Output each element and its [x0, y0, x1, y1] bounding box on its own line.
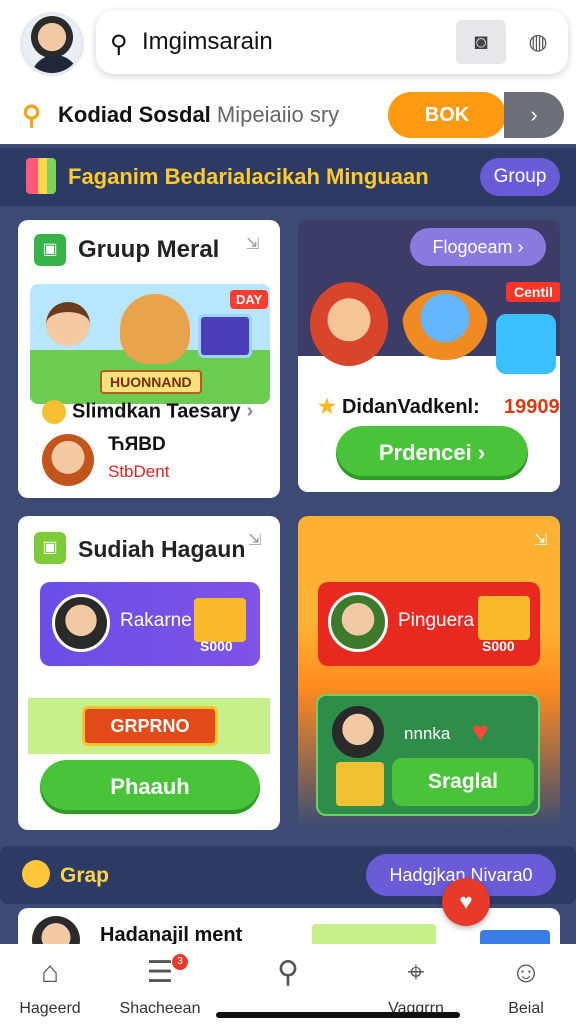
green-tile[interactable]: nnnka ♥ Sraglal	[316, 694, 540, 816]
game-icon: ▣	[34, 532, 66, 564]
search-icon: ⚲	[110, 31, 128, 58]
search-icon: ⚲	[277, 956, 299, 989]
sraglal-button[interactable]: Sraglal	[392, 758, 534, 806]
home-icon: ⌂	[40, 956, 60, 989]
avatar	[328, 592, 388, 652]
card-title: Sudiah Hagaun	[78, 536, 246, 562]
list-item: ★ DidanVadkenl:	[318, 396, 480, 418]
heart-fab-button[interactable]: ♥	[442, 878, 490, 926]
gift-icon	[478, 596, 530, 640]
top-bar: ⚲ Imgimsarain ◙ ◍	[0, 0, 576, 88]
sub-bar-title: Kodiad Sosdal Mipeiaiio sry	[58, 102, 340, 127]
flogoeam-button[interactable]: Flogoeam ›	[410, 228, 546, 266]
side-image	[496, 314, 556, 374]
ribbon-label: GRPRNO	[82, 706, 218, 746]
card-group-meral[interactable]: ▣ Gruup Meral ⇲ DAY HUONNAND Slimdkan Ta…	[18, 220, 280, 498]
heart-icon: ♥	[472, 716, 489, 747]
banner-label: HUONNAND	[100, 370, 202, 394]
monkey-character	[310, 282, 388, 366]
phaauh-button[interactable]: Phaauh	[40, 760, 260, 814]
card-pinguera[interactable]: ⇲ Pinguera S000 nnnka ♥ Sraglal	[298, 516, 560, 828]
gift-value: S000	[200, 638, 233, 654]
search-input[interactable]: Imgimsarain	[142, 28, 273, 56]
location-icon: ⌖	[407, 956, 425, 989]
kid-character	[46, 302, 90, 346]
badge-tag: Centil	[506, 282, 560, 302]
nav-item-search[interactable]: ⚲	[238, 954, 338, 1000]
prdencei-button[interactable]: Prdencei ›	[336, 426, 528, 480]
search-box[interactable]: ⚲ Imgimsarain ◙ ◍	[96, 10, 568, 74]
fox-character	[120, 294, 190, 364]
reward-tile[interactable]: Rakarne S000	[40, 582, 260, 666]
star-icon: ★	[318, 396, 336, 418]
count-value: 19909	[504, 396, 560, 418]
nav-item-home[interactable]: ⌂ Hageerd	[0, 954, 100, 1018]
list-icon: ☰	[146, 956, 174, 989]
nav-item-profile[interactable]: ☺ Beial	[476, 954, 576, 1018]
group-button[interactable]: Group	[480, 158, 560, 196]
camera-icon[interactable]: ◙	[456, 20, 506, 64]
game-icon: ▣	[34, 234, 66, 266]
card-banner[interactable]: DAY HUONNAND	[30, 284, 270, 404]
section-header: Faganim Bedarialacikah Minguaan Group	[0, 148, 576, 206]
gift-value: S000	[482, 638, 515, 654]
badge-tag: DAY	[230, 290, 269, 309]
notification-badge: 3	[172, 954, 188, 970]
reward-label: Pinguera	[398, 610, 475, 631]
nav-item-location[interactable]: ⌖ Vaggrrn	[366, 954, 466, 1018]
coin-icon	[42, 400, 66, 424]
profile-avatar[interactable]	[20, 12, 84, 76]
chevron-right-icon: ›	[246, 400, 254, 423]
reward-tile[interactable]: Pinguera S000	[318, 582, 540, 666]
tile-label: nnnka	[404, 724, 451, 743]
expand-icon[interactable]: ⇲	[246, 234, 259, 254]
book-icon	[26, 158, 56, 194]
home-indicator	[216, 1012, 460, 1018]
ok-button[interactable]: BOK	[388, 92, 506, 138]
avatar	[332, 706, 384, 758]
box-icon	[336, 762, 384, 806]
sub-bar: ⚲ Kodiad Sosdal Mipeiaiio sry BOK ›	[0, 88, 576, 144]
gift-icon	[194, 598, 246, 642]
search-badge-icon: ⚲	[22, 100, 42, 130]
microphone-icon[interactable]: ◍	[522, 22, 554, 62]
card-sudiah[interactable]: ▣ Sudiah Hagaun ⇲ Rakarne S000 GRPRNO Ph…	[18, 516, 280, 830]
card-title: Gruup Meral	[78, 236, 220, 263]
expand-icon[interactable]: ⇲	[248, 530, 261, 550]
nav-item-list[interactable]: ☰ 3 Shacheean	[110, 954, 210, 1018]
avatar[interactable]	[42, 434, 94, 486]
group-label: Grap	[60, 864, 110, 887]
smile-icon	[22, 860, 50, 888]
expand-icon[interactable]: ⇲	[534, 530, 547, 550]
profile-icon: ☺	[510, 956, 542, 989]
orb-image	[402, 290, 488, 360]
next-button[interactable]: ›	[504, 92, 564, 138]
group-bar: Grap Hadgjkan Nivara0	[0, 846, 576, 904]
sub-title: ЋЯBD	[108, 434, 166, 455]
card-promo[interactable]: Flogoeam › Centil ★ DidanVadkenl: 19909 P…	[298, 220, 560, 492]
reward-label: Rakarne	[120, 610, 192, 631]
section-title: Faganim Bedarialacikah Minguaan	[68, 164, 429, 189]
tablet-image	[198, 314, 252, 358]
list-item[interactable]: Slimdkan Taesary ›	[42, 400, 253, 424]
sub-text: StbDent	[108, 462, 170, 481]
avatar	[52, 594, 110, 652]
